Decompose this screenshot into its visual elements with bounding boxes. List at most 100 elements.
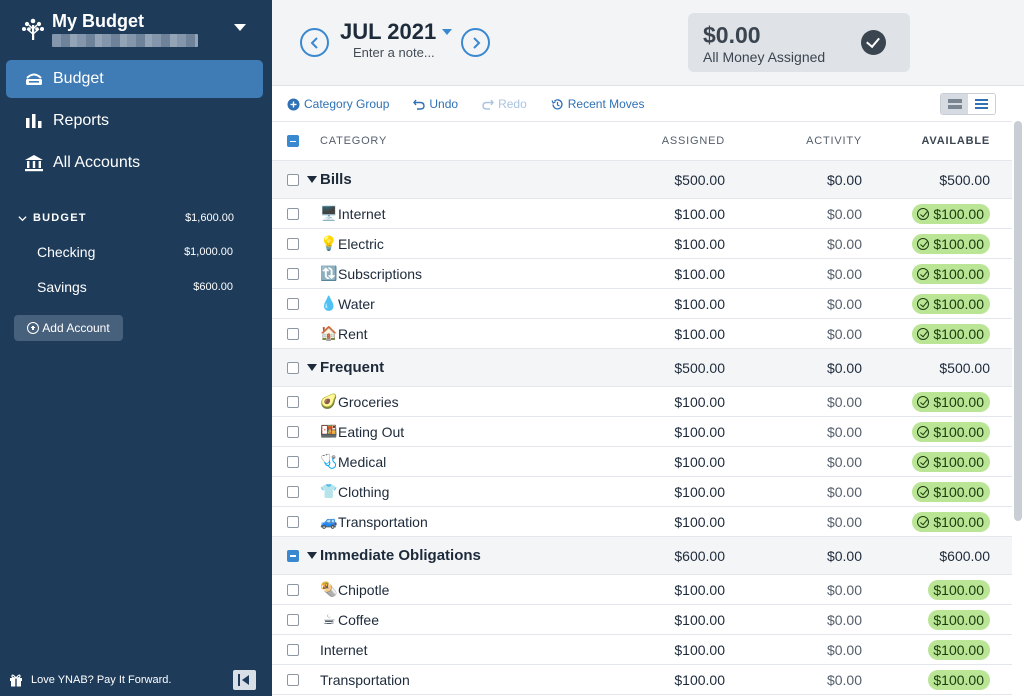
- activity-amount[interactable]: $0.00: [827, 612, 862, 628]
- category-row[interactable]: 🩺 Medical $100.00 $0.00 $100.00: [272, 447, 1012, 477]
- category-row[interactable]: 🥑 Groceries $100.00 $0.00 $100.00: [272, 387, 1012, 417]
- available-pill[interactable]: $100.00: [912, 391, 990, 412]
- available-amount[interactable]: $100.00: [912, 421, 990, 442]
- assigned-amount[interactable]: $500.00: [674, 360, 725, 376]
- row-checkbox[interactable]: [287, 455, 299, 468]
- category-name[interactable]: 🥑 Groceries: [320, 393, 398, 410]
- available-pill[interactable]: $100.00: [928, 639, 990, 660]
- to-be-assigned-box[interactable]: $0.00 All Money Assigned: [688, 13, 910, 72]
- nav-all-accounts[interactable]: All Accounts: [6, 144, 263, 182]
- category-row[interactable]: 💡 Electric $100.00 $0.00 $100.00: [272, 229, 1012, 259]
- available-pill[interactable]: $100.00: [912, 421, 990, 442]
- category-name[interactable]: 🌯 Chipotle: [320, 581, 389, 598]
- category-name[interactable]: 🍱 Eating Out: [320, 423, 404, 440]
- available-amount[interactable]: $600.00: [939, 548, 990, 564]
- activity-amount[interactable]: $0.00: [827, 582, 862, 598]
- category-row[interactable]: 🍱 Eating Out $100.00 $0.00 $100.00: [272, 417, 1012, 447]
- account-savings[interactable]: Savings $600.00: [37, 277, 233, 297]
- assigned-amount[interactable]: $100.00: [674, 394, 725, 410]
- row-checkbox[interactable]: [287, 207, 299, 220]
- budget-menu[interactable]: My Budget: [0, 0, 272, 56]
- available-amount[interactable]: $100.00: [928, 639, 990, 660]
- category-name[interactable]: 🖥️ Internet: [320, 205, 385, 222]
- row-checkbox[interactable]: [287, 237, 299, 250]
- activity-amount[interactable]: $0.00: [827, 514, 862, 530]
- row-checkbox[interactable]: [287, 485, 299, 498]
- category-row[interactable]: 🔃 Subscriptions $100.00 $0.00 $100.00: [272, 259, 1012, 289]
- scrollbar[interactable]: [1014, 121, 1022, 521]
- assigned-amount[interactable]: $100.00: [674, 582, 725, 598]
- available-amount[interactable]: $100.00: [912, 263, 990, 284]
- category-row[interactable]: 👕 Clothing $100.00 $0.00 $100.00: [272, 477, 1012, 507]
- activity-amount[interactable]: $0.00: [827, 360, 862, 376]
- compact-view-button[interactable]: [941, 94, 968, 114]
- category-name[interactable]: Internet: [320, 642, 367, 658]
- account-checking[interactable]: Checking $1,000.00: [37, 242, 233, 262]
- collapse-triangle-icon[interactable]: [307, 552, 317, 559]
- available-amount[interactable]: $100.00: [928, 669, 990, 690]
- row-checkbox[interactable]: [287, 613, 299, 626]
- available-pill[interactable]: $100.00: [912, 511, 990, 532]
- assigned-amount[interactable]: $100.00: [674, 672, 725, 688]
- category-row[interactable]: 🖥️ Internet $100.00 $0.00 $100.00: [272, 199, 1012, 229]
- available-pill[interactable]: $100.00: [912, 233, 990, 254]
- row-checkbox[interactable]: [287, 673, 299, 686]
- activity-amount[interactable]: $0.00: [827, 326, 862, 342]
- group-name[interactable]: Frequent: [320, 359, 384, 376]
- row-checkbox[interactable]: [287, 361, 299, 374]
- available-amount[interactable]: $100.00: [928, 609, 990, 630]
- category-row[interactable]: Transportation $100.00 $0.00 $100.00: [272, 665, 1012, 695]
- budget-section-toggle[interactable]: BUDGET $1,600.00: [18, 210, 234, 226]
- category-row[interactable]: 🚙 Transportation $100.00 $0.00 $100.00: [272, 507, 1012, 537]
- recent-moves-button[interactable]: Recent Moves: [551, 97, 644, 111]
- available-pill[interactable]: $100.00: [928, 669, 990, 690]
- redo-button[interactable]: Redo: [482, 97, 527, 111]
- assigned-amount[interactable]: $500.00: [674, 172, 725, 188]
- row-checkbox[interactable]: [287, 297, 299, 310]
- category-name[interactable]: 💡 Electric: [320, 235, 384, 252]
- activity-amount[interactable]: $0.00: [827, 454, 862, 470]
- assigned-amount[interactable]: $100.00: [674, 612, 725, 628]
- available-pill[interactable]: $100.00: [912, 323, 990, 344]
- next-month-button[interactable]: [461, 28, 490, 57]
- category-row[interactable]: 🌯 Chipotle $100.00 $0.00 $100.00: [272, 575, 1012, 605]
- category-name[interactable]: 🩺 Medical: [320, 453, 386, 470]
- row-checkbox[interactable]: [287, 327, 299, 340]
- nav-reports[interactable]: Reports: [6, 102, 263, 140]
- row-checkbox[interactable]: [287, 643, 299, 656]
- month-selector[interactable]: JUL 2021: [340, 19, 453, 45]
- row-checkbox[interactable]: [287, 267, 299, 280]
- available-pill[interactable]: $100.00: [912, 293, 990, 314]
- category-group-row[interactable]: Immediate Obligations $600.00 $0.00 $600.00: [272, 537, 1012, 575]
- activity-amount[interactable]: $0.00: [827, 206, 862, 222]
- available-pill[interactable]: $100.00: [912, 203, 990, 224]
- list-view-button[interactable]: [968, 94, 995, 114]
- assigned-amount[interactable]: $100.00: [674, 454, 725, 470]
- category-name[interactable]: 🚙 Transportation: [320, 513, 427, 530]
- chevron-down-icon[interactable]: [234, 24, 246, 31]
- available-pill[interactable]: $100.00: [928, 609, 990, 630]
- available-amount[interactable]: $100.00: [912, 323, 990, 344]
- available-amount[interactable]: $100.00: [912, 481, 990, 502]
- activity-amount[interactable]: $0.00: [827, 172, 862, 188]
- row-checkbox[interactable]: [287, 173, 299, 186]
- category-name[interactable]: 🔃 Subscriptions: [320, 265, 422, 282]
- activity-amount[interactable]: $0.00: [827, 424, 862, 440]
- available-amount[interactable]: $100.00: [912, 293, 990, 314]
- assigned-amount[interactable]: $100.00: [674, 206, 725, 222]
- assigned-amount[interactable]: $100.00: [674, 326, 725, 342]
- add-category-group-button[interactable]: Category Group: [287, 97, 389, 111]
- available-amount[interactable]: $100.00: [928, 579, 990, 600]
- category-name[interactable]: ☕ Coffee: [320, 611, 379, 628]
- activity-amount[interactable]: $0.00: [827, 642, 862, 658]
- available-pill[interactable]: $100.00: [912, 451, 990, 472]
- category-row[interactable]: Internet $100.00 $0.00 $100.00: [272, 635, 1012, 665]
- assigned-amount[interactable]: $100.00: [674, 484, 725, 500]
- activity-amount[interactable]: $0.00: [827, 548, 862, 564]
- activity-amount[interactable]: $0.00: [827, 672, 862, 688]
- assigned-amount[interactable]: $100.00: [674, 514, 725, 530]
- available-amount[interactable]: $500.00: [939, 172, 990, 188]
- available-pill[interactable]: $100.00: [912, 481, 990, 502]
- row-checkbox[interactable]: [287, 549, 299, 562]
- category-group-row[interactable]: Frequent $500.00 $0.00 $500.00: [272, 349, 1012, 387]
